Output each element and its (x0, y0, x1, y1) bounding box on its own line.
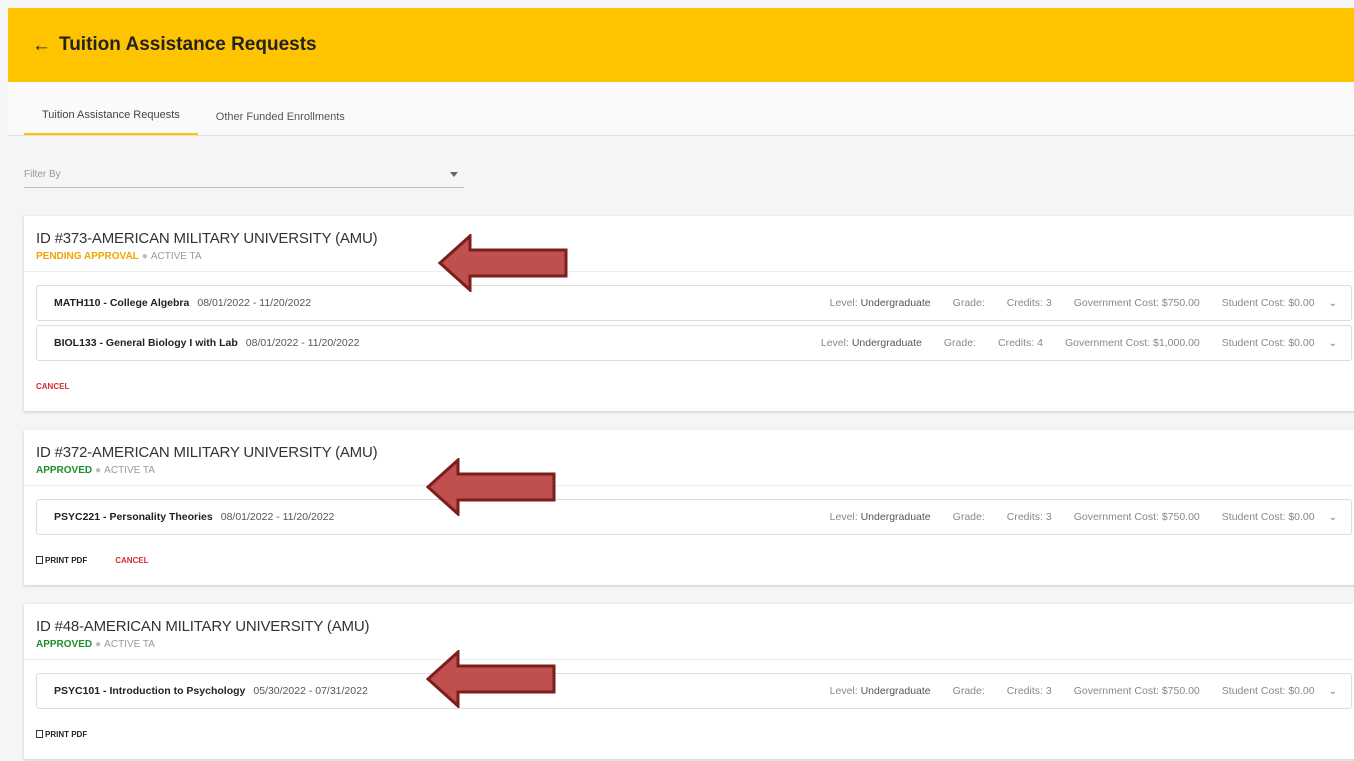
separator-dot: ● (95, 465, 102, 476)
course-student-cost: Student Cost: $0.00 (1221, 511, 1315, 523)
tab-bar: Tuition Assistance Requests Other Funded… (8, 82, 1354, 136)
course-student-cost: Student Cost: $0.00 (1221, 297, 1315, 309)
filter-select[interactable]: Filter By (24, 162, 464, 188)
course-gov-cost: Government Cost: $750.00 (1073, 297, 1200, 309)
filter-placeholder: Filter By (24, 169, 61, 180)
course-credits: Credits: 4 (998, 337, 1043, 349)
cancel-button[interactable]: CANCEL (115, 556, 148, 565)
status-line: PENDING APPROVAL ● ACTIVE TA (36, 251, 1352, 262)
request-title: ID #373-AMERICAN MILITARY UNIVERSITY (AM… (36, 230, 378, 247)
request-card-48: ID #48-AMERICAN MILITARY UNIVERSITY (AMU… (24, 604, 1354, 759)
course-name: BIOL133 - General Biology I with Lab (54, 337, 238, 349)
chevron-down-icon[interactable]: ⌄ (1329, 686, 1337, 697)
annotation-arrow-icon (438, 234, 568, 292)
request-actions: CANCEL (24, 361, 1354, 411)
course-row[interactable]: PSYC101 - Introduction to Psychology 05/… (36, 673, 1352, 709)
course-gov-cost: Government Cost: $750.00 (1073, 685, 1200, 697)
tab-tuition-assistance-requests[interactable]: Tuition Assistance Requests (24, 105, 198, 135)
course-dates: 08/01/2022 - 11/20/2022 (220, 511, 335, 523)
request-header: ID #48-AMERICAN MILITARY UNIVERSITY (AMU… (24, 604, 1354, 660)
ta-tag: ACTIVE TA (150, 251, 202, 262)
course-row[interactable]: MATH110 - College Algebra 08/01/2022 - 1… (36, 285, 1352, 321)
chevron-down-icon[interactable]: ⌄ (1329, 512, 1337, 523)
course-name: PSYC221 - Personality Theories (54, 511, 213, 523)
status-line: APPROVED ● ACTIVE TA (36, 465, 1352, 476)
request-card-372: ID #372-AMERICAN MILITARY UNIVERSITY (AM… (24, 430, 1354, 585)
status-line: APPROVED ● ACTIVE TA (36, 639, 1352, 650)
course-grade: Grade: (952, 297, 985, 309)
course-grade: Grade: (943, 337, 976, 349)
request-card-373: ID #373-AMERICAN MILITARY UNIVERSITY (AM… (24, 216, 1354, 411)
course-dates: 08/01/2022 - 11/20/2022 (197, 297, 312, 309)
arrow-left-icon[interactable]: ← (32, 36, 51, 55)
annotation-arrow-icon (426, 650, 556, 708)
course-gov-cost: Government Cost: $1,000.00 (1064, 337, 1200, 349)
pdf-file-icon (36, 730, 43, 738)
request-title: ID #372-AMERICAN MILITARY UNIVERSITY (AM… (36, 444, 378, 461)
annotation-arrow-icon (426, 458, 556, 516)
course-student-cost: Student Cost: $0.00 (1221, 685, 1315, 697)
course-dates: 08/01/2022 - 11/20/2022 (245, 337, 360, 349)
course-student-cost: Student Cost: $0.00 (1221, 337, 1315, 349)
course-credits: Credits: 3 (1006, 685, 1052, 697)
print-pdf-button[interactable]: PRINT PDF (36, 556, 87, 565)
course-level: Level: Undergraduate (829, 511, 931, 523)
page: ← Tuition Assistance Requests Tuition As… (8, 8, 1354, 761)
course-name: MATH110 - College Algebra (54, 297, 190, 309)
course-row[interactable]: BIOL133 - General Biology I with Lab 08/… (36, 325, 1352, 361)
request-actions: PRINT PDF (24, 709, 1354, 759)
separator-dot: ● (141, 251, 148, 262)
request-header: ID #372-AMERICAN MILITARY UNIVERSITY (AM… (24, 430, 1354, 486)
request-actions: PRINT PDF CANCEL (24, 535, 1354, 585)
cancel-button[interactable]: CANCEL (36, 382, 69, 391)
request-header: ID #373-AMERICAN MILITARY UNIVERSITY (AM… (24, 216, 1354, 272)
status-badge: APPROVED (36, 639, 93, 650)
print-pdf-button[interactable]: PRINT PDF (36, 730, 87, 739)
chevron-down-icon[interactable]: ⌄ (1329, 298, 1337, 309)
course-name: PSYC101 - Introduction to Psychology (54, 685, 246, 697)
course-gov-cost: Government Cost: $750.00 (1073, 511, 1200, 523)
status-badge: PENDING APPROVAL (36, 251, 139, 262)
pdf-file-icon (36, 556, 43, 564)
chevron-down-icon[interactable]: ⌄ (1329, 338, 1337, 349)
course-level: Level: Undergraduate (829, 685, 931, 697)
course-grade: Grade: (952, 685, 985, 697)
course-credits: Credits: 3 (1006, 511, 1052, 523)
ta-tag: ACTIVE TA (104, 639, 155, 650)
separator-dot: ● (95, 639, 102, 650)
course-level: Level: Undergraduate (829, 297, 931, 309)
status-badge: APPROVED (36, 465, 93, 476)
course-dates: 05/30/2022 - 07/31/2022 (253, 685, 368, 697)
course-level: Level: Undergraduate (820, 337, 922, 349)
request-title: ID #48-AMERICAN MILITARY UNIVERSITY (AMU… (36, 618, 370, 635)
page-title: Tuition Assistance Requests (59, 34, 317, 55)
course-credits: Credits: 3 (1006, 297, 1052, 309)
caret-down-icon (450, 172, 458, 177)
tab-other-funded-enrollments[interactable]: Other Funded Enrollments (198, 105, 363, 135)
course-grade: Grade: (952, 511, 985, 523)
app-header: ← Tuition Assistance Requests (8, 8, 1354, 82)
course-row[interactable]: PSYC221 - Personality Theories 08/01/202… (36, 499, 1352, 535)
ta-tag: ACTIVE TA (104, 465, 155, 476)
